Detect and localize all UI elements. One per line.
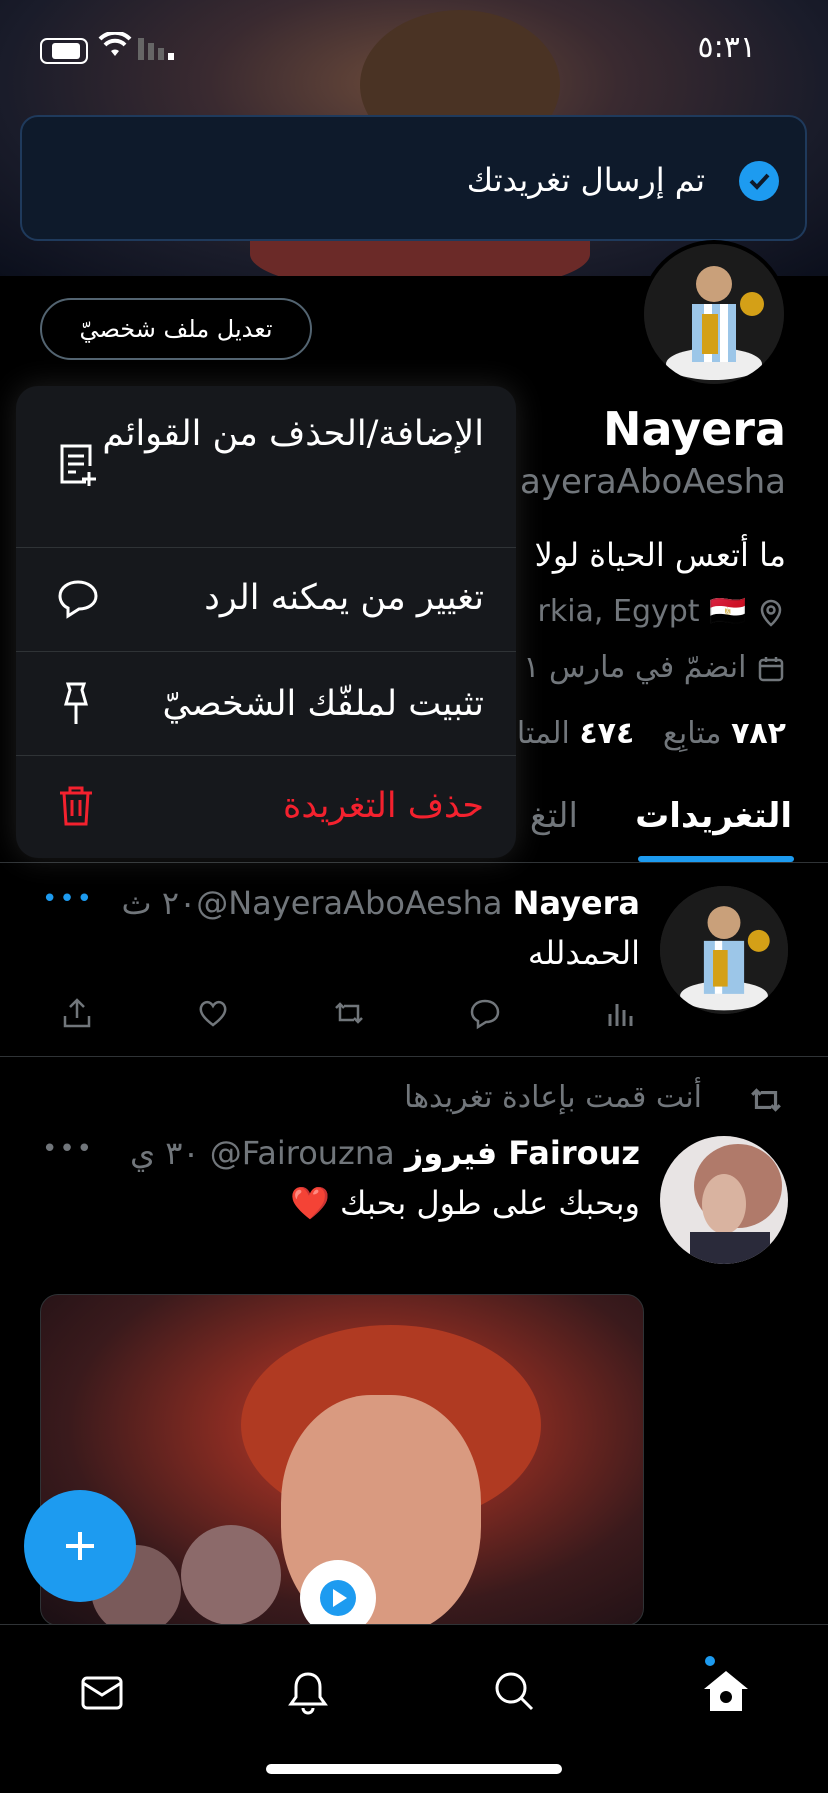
profile-bio: ما أتعس الحياة لولا [534, 536, 786, 574]
signal-icon [138, 38, 174, 60]
tweet-header: ٢٠ ث@NayeraAboAesha Nayera [122, 884, 640, 922]
analytics-icon[interactable] [604, 996, 638, 1030]
tweet-context-menu: الإضافة/الحذف من القوائم تغيير من يمكنه … [16, 386, 516, 858]
followers-label: المتا [516, 716, 570, 751]
search-icon[interactable] [492, 1669, 536, 1715]
pin-icon [64, 682, 88, 724]
joined-text: انضمّ في مارس ١ [523, 650, 747, 685]
check-circle-icon [739, 161, 779, 201]
plus-icon [66, 1532, 94, 1560]
calendar-icon [758, 656, 784, 681]
tweet-time: ٢٠ ث [121, 884, 197, 922]
profile-avatar[interactable] [640, 240, 788, 388]
tweet-header: ٣٠ ي @Fairouzna فيروز Fairouz [130, 1134, 640, 1172]
tweet-avatar[interactable] [660, 1136, 788, 1264]
status-time: ٥:٣١ [697, 30, 756, 65]
followers-count: ٤٧٤ [579, 716, 635, 751]
battery-icon [40, 38, 88, 64]
menu-item-pin-profile[interactable]: تثبيت لملفّك الشخصيّ [16, 652, 516, 756]
tab-replies[interactable]: التغ [530, 796, 578, 836]
tweet-more-button[interactable]: ••• [42, 884, 94, 914]
tweet-text: الحمدلله [527, 934, 640, 972]
toast-message: تم إرسال تغريدتك [466, 161, 705, 199]
profile-location: rkia, Egypt 🇪🇬 [538, 594, 787, 629]
menu-item-delete-tweet[interactable]: حذف التغريدة [16, 756, 516, 858]
menu-label: تغيير من يمكنه الرد [204, 578, 484, 618]
profile-handle: ayeraAboAesha [519, 462, 786, 502]
wifi-icon [98, 32, 132, 56]
following-label: متابِع [662, 716, 722, 751]
play-icon [320, 1580, 356, 1616]
mail-icon[interactable] [80, 1673, 124, 1713]
tweet-divider [0, 1056, 828, 1057]
speech-bubble-icon [58, 580, 98, 619]
tweet-handle[interactable]: @Fairouzna [210, 1134, 395, 1172]
menu-label: تثبيت لملفّك الشخصيّ [162, 684, 484, 724]
menu-item-change-reply[interactable]: تغيير من يمكنه الرد [16, 548, 516, 652]
following-count: ٧٨٢ [731, 716, 786, 751]
home-icon[interactable] [700, 1653, 752, 1715]
follow-stats[interactable]: ٧٨٢ متابِع ٤٧٤ المتا [517, 716, 786, 751]
compose-tweet-button[interactable] [24, 1490, 136, 1602]
profile-joined: انضمّ في مارس ١ [523, 650, 786, 685]
menu-label: حذف التغريدة [282, 786, 484, 826]
menu-item-add-remove-lists[interactable]: الإضافة/الحذف من القوائم [16, 386, 516, 548]
tweet-author[interactable]: فيروز Fairouz [405, 1134, 640, 1172]
retweeted-icon [751, 1088, 781, 1112]
trash-icon [60, 786, 92, 826]
tab-tweets[interactable]: التغريدات [635, 796, 792, 836]
location-pin-icon [760, 599, 782, 627]
tweet-author[interactable]: Nayera [513, 884, 640, 922]
retweet-icon[interactable] [332, 996, 366, 1030]
reply-icon[interactable] [468, 996, 502, 1030]
active-tab-indicator [638, 856, 794, 862]
retweet-label: أنت قمت بإعادة تغريدها [404, 1080, 702, 1115]
tweet-more-button[interactable]: ••• [42, 1134, 94, 1164]
location-text: rkia, Egypt 🇪🇬 [537, 594, 747, 629]
status-bar: ٥:٣١ [0, 0, 828, 100]
tweet-handle[interactable]: @NayeraAboAesha [196, 884, 502, 922]
menu-label: الإضافة/الحذف من القوائم [102, 414, 484, 454]
profile-name: Nayera [602, 402, 786, 456]
edit-profile-button[interactable]: تعديل ملف شخصيّ [40, 298, 312, 360]
share-icon[interactable] [60, 996, 94, 1030]
tweet-avatar[interactable] [660, 886, 788, 1014]
tweet-time: ٣٠ ي [130, 1134, 200, 1172]
home-indicator [266, 1764, 562, 1774]
tweet-actions [60, 996, 640, 1036]
like-icon[interactable] [196, 996, 230, 1030]
tweet-text: وبحبك على طول بحبك ❤️ [290, 1184, 640, 1222]
bell-icon[interactable] [286, 1669, 330, 1715]
tweet-sent-toast[interactable]: تم إرسال تغريدتك [20, 115, 807, 241]
